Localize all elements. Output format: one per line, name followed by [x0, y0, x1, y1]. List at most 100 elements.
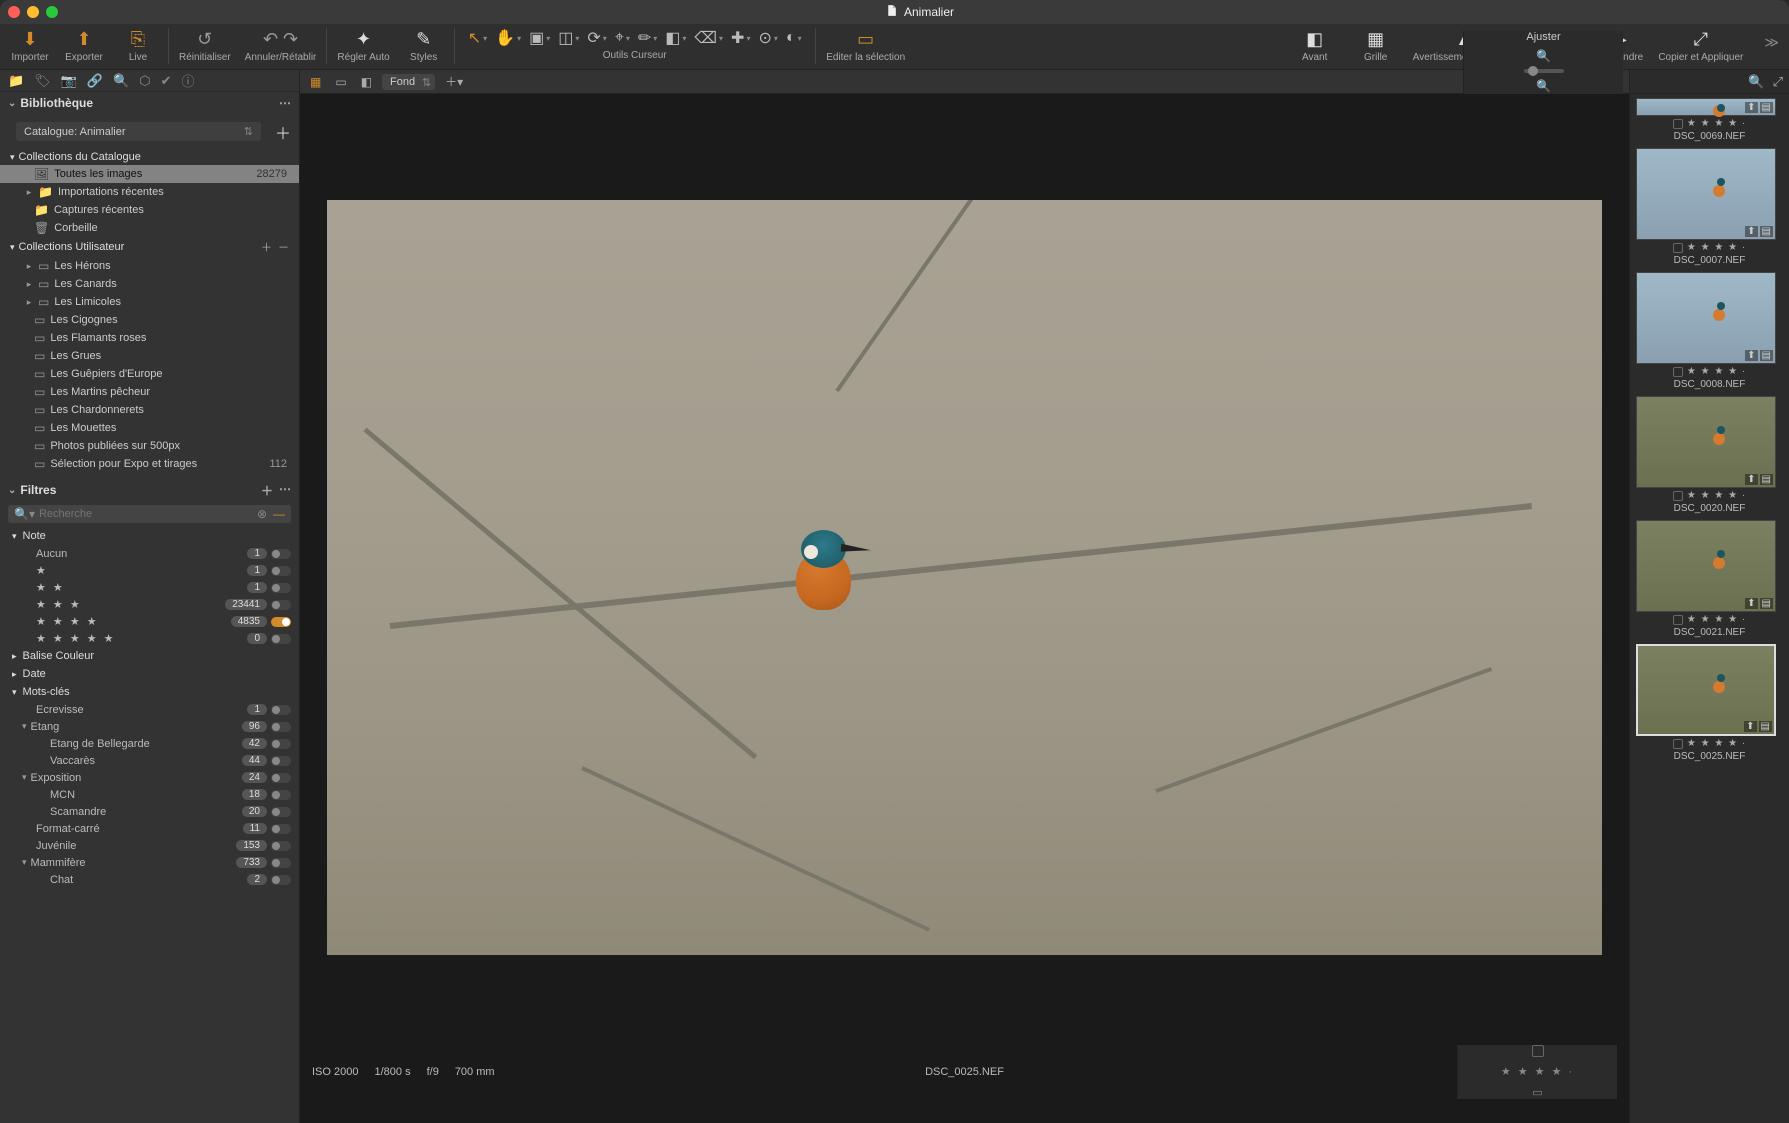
thumb-checkbox[interactable] — [1673, 243, 1683, 253]
auto-adjust-button[interactable]: ✦Régler Auto — [337, 28, 389, 63]
thumb-rating[interactable]: ★ ★ ★ ★ · — [1687, 738, 1746, 749]
filter-toggle[interactable] — [271, 722, 291, 732]
add-filter-button[interactable]: ＋ — [261, 482, 273, 499]
import-button[interactable]: ⬇Importer — [10, 28, 50, 63]
thumb-checkbox[interactable] — [1673, 615, 1683, 625]
keyword-row[interactable]: Ecrevisse1 — [0, 701, 299, 718]
collection-row[interactable]: ▭Les Cigognes — [0, 311, 299, 329]
thumb-checkbox[interactable] — [1673, 367, 1683, 377]
keywords-header[interactable]: ▾Mots-clés — [0, 683, 299, 701]
clear-search-button[interactable]: ⊗ — [257, 507, 267, 521]
collection-row[interactable]: ▸▭Les Limicoles — [0, 293, 299, 311]
collection-row[interactable]: ▸▭Les Hérons — [0, 257, 299, 275]
keyword-row[interactable]: Scamandre20 — [0, 803, 299, 820]
filter-search-input[interactable] — [39, 508, 257, 520]
reset-button[interactable]: ↺Réinitialiser — [179, 28, 231, 63]
recent-imports-row[interactable]: ▸📁Importations récentes — [0, 183, 299, 201]
add-catalog-button[interactable]: ＋ — [275, 120, 291, 144]
rating-row[interactable]: Aucun1 — [0, 545, 299, 562]
live-button[interactable]: ⎘Live — [118, 28, 158, 63]
filter-search[interactable]: 🔍▾ ⊗ — — [8, 505, 291, 523]
thumbnail[interactable]: ⬆▤ ★ ★ ★ ★ · DSC_0069.NEF — [1636, 98, 1783, 142]
filter-toggle[interactable] — [271, 739, 291, 749]
search-icon[interactable]: 🔍 — [113, 73, 129, 89]
trash-row[interactable]: 🗑Corbeille — [0, 219, 299, 237]
collection-row[interactable]: ▭Les Mouettes — [0, 419, 299, 437]
filter-toggle[interactable] — [271, 634, 291, 644]
add-collection-button[interactable]: ＋ — [261, 239, 272, 255]
toolbar-overflow-button[interactable]: ≫ — [1764, 34, 1779, 63]
keyword-row[interactable]: Vaccarès44 — [0, 752, 299, 769]
edit-selection-button[interactable]: ▭Editer la sélection — [826, 28, 906, 63]
brush-tool[interactable]: ✏▾ — [638, 28, 657, 48]
check-icon[interactable]: ✔ — [161, 73, 172, 89]
rating-row[interactable]: ★ ★ ★23441 — [0, 596, 299, 613]
thumbnail[interactable]: ⬆▤ ★ ★ ★ ★ · DSC_0025.NEF — [1636, 644, 1783, 762]
compare-view-button[interactable]: ◧ — [357, 73, 376, 91]
cursor-arrow-tool[interactable]: ↖▾ — [468, 28, 487, 48]
thumbnail[interactable]: ⬆▤ ★ ★ ★ ★ · DSC_0007.NEF — [1636, 148, 1783, 266]
collection-row[interactable]: ▭Les Grues — [0, 347, 299, 365]
maximize-window-button[interactable] — [46, 6, 58, 18]
collection-row[interactable]: ▭Les Martins pêcheur — [0, 383, 299, 401]
thumb-checkbox[interactable] — [1673, 739, 1683, 749]
crop-alt-tool[interactable]: ▣▾ — [529, 28, 550, 48]
keyword-row[interactable]: Format-carré11 — [0, 820, 299, 837]
eraser-tool[interactable]: ⌫▾ — [694, 28, 723, 48]
filter-toggle[interactable] — [271, 617, 291, 627]
gradient-tool[interactable]: ◧▾ — [665, 28, 686, 48]
undo-redo-button[interactable]: ↶ ↷Annuler/Rétablir — [245, 28, 317, 63]
collection-row[interactable]: ▸▭Les Canards — [0, 275, 299, 293]
close-window-button[interactable] — [8, 6, 20, 18]
library-menu-button[interactable]: ⋯ — [279, 96, 291, 110]
filter-toggle[interactable] — [271, 705, 291, 715]
color-tool[interactable]: ◐▾ — [786, 29, 802, 47]
keyword-row[interactable]: Chat2 — [0, 871, 299, 888]
rating-row[interactable]: ★ ★1 — [0, 579, 299, 596]
filter-toggle[interactable] — [271, 583, 291, 593]
thumb-rating[interactable]: ★ ★ ★ ★ · — [1687, 118, 1746, 129]
collection-row[interactable]: ▭Sélection pour Expo et tirages112 — [0, 455, 299, 473]
filters-panel-header[interactable]: ⌄Filtres ＋⋯ — [0, 479, 299, 501]
filter-toggle[interactable] — [271, 756, 291, 766]
loupe-icon[interactable]: 🔍 — [1748, 74, 1764, 90]
keyword-row[interactable]: Juvénile153 — [0, 837, 299, 854]
rating-row[interactable]: ★ ★ ★ ★ ★0 — [0, 630, 299, 647]
recent-captures-row[interactable]: 📁Captures récentes — [0, 201, 299, 219]
thumb-rating[interactable]: ★ ★ ★ ★ · — [1687, 614, 1746, 625]
filter-toggle[interactable] — [271, 841, 291, 851]
library-panel-header[interactable]: ⌄ Bibliothèque ⋯ — [0, 92, 299, 114]
shape-icon[interactable]: ⬡ — [139, 73, 150, 89]
grid-button[interactable]: ▦Grille — [1348, 28, 1403, 63]
thumbnail[interactable]: ⬆▤ ★ ★ ★ ★ · DSC_0020.NEF — [1636, 396, 1783, 514]
zoom-in-icon[interactable]: 🔍 — [1536, 79, 1551, 93]
user-collections-header[interactable]: ▾Collections Utilisateur＋－ — [0, 237, 299, 257]
thumbnail[interactable]: ⬆▤ ★ ★ ★ ★ · DSC_0021.NEF — [1636, 520, 1783, 638]
keyword-row[interactable]: ▾Mammifère733 — [0, 854, 299, 871]
thumb-checkbox[interactable] — [1673, 119, 1683, 129]
all-images-row[interactable]: 🖼 Toutes les images 28279 — [0, 165, 299, 183]
filter-toggle[interactable] — [271, 875, 291, 885]
color-tag-header[interactable]: ▸Balise Couleur — [0, 647, 299, 665]
color-tag-button[interactable]: ▭ — [1532, 1086, 1542, 1099]
info-icon[interactable]: ⓘ — [182, 71, 195, 90]
copy-apply-button[interactable]: ⤢Copier et Appliquer — [1653, 28, 1748, 63]
filter-toggle[interactable] — [271, 807, 291, 817]
image-viewer[interactable] — [300, 94, 1629, 1061]
background-select[interactable]: Fond⇅ — [382, 74, 435, 90]
folder-icon[interactable]: 📁 — [8, 73, 24, 89]
date-header[interactable]: ▸Date — [0, 665, 299, 683]
export-button[interactable]: ⬆Exporter — [64, 28, 104, 63]
remove-collection-button[interactable]: － — [278, 239, 289, 255]
rating-row[interactable]: ★1 — [0, 562, 299, 579]
before-button[interactable]: ◧Avant — [1287, 28, 1342, 63]
collection-row[interactable]: ▭Photos publiées sur 500px — [0, 437, 299, 455]
filters-menu-button[interactable]: ⋯ — [279, 482, 291, 499]
filter-toggle[interactable] — [271, 824, 291, 834]
keystone-tool[interactable]: ⌖▾ — [615, 29, 630, 47]
filter-toggle[interactable] — [271, 790, 291, 800]
heal-tool[interactable]: ✚▾ — [731, 28, 750, 48]
pick-checkbox[interactable] — [1532, 1045, 1544, 1057]
thumb-rating[interactable]: ★ ★ ★ ★ · — [1687, 366, 1746, 377]
thumb-rating[interactable]: ★ ★ ★ ★ · — [1687, 242, 1746, 253]
